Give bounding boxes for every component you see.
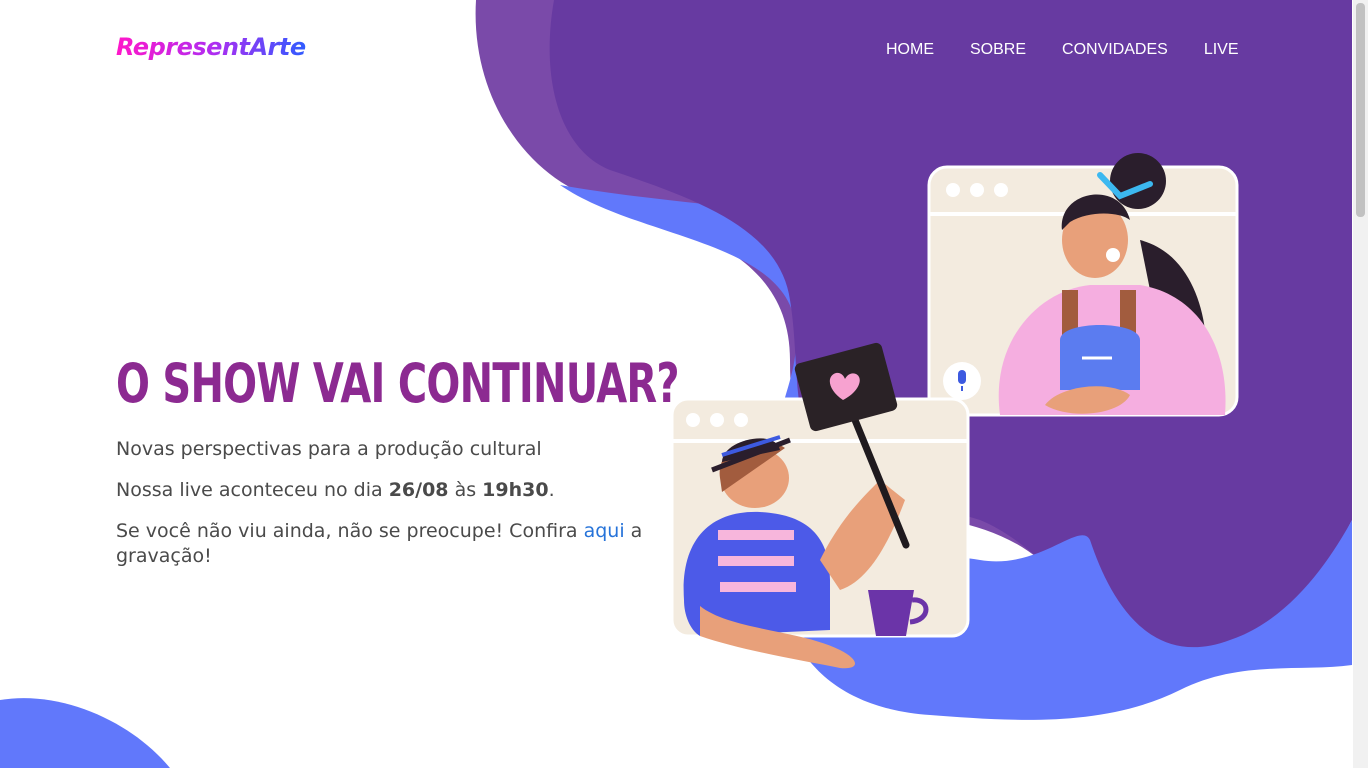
- recording-prefix: Se você não viu ainda, não se preocupe! …: [116, 520, 584, 542]
- live-suffix: .: [548, 479, 555, 501]
- recording-link[interactable]: aqui: [584, 520, 625, 542]
- nav-item-home[interactable]: HOME: [886, 41, 934, 59]
- nav-item-convidades[interactable]: CONVIDADES: [1062, 41, 1168, 59]
- woman-video-window: [927, 153, 1239, 417]
- main-nav: HOME SOBRE CONVIDADES LIVE: [886, 41, 1239, 59]
- live-date: 26/08: [388, 479, 449, 501]
- window-dots-icon: [946, 183, 1008, 197]
- hero-subtitle: Novas perspectivas para a produção cultu…: [116, 438, 542, 460]
- recording-info: Se você não viu ainda, não se preocupe! …: [116, 519, 664, 569]
- hero-title: O SHOW VAI CONTINUAR?: [116, 352, 680, 415]
- page-scrollbar[interactable]: [1353, 0, 1368, 768]
- man-video-window: [670, 397, 970, 669]
- microphone-icon: [943, 362, 981, 400]
- brand-logo[interactable]: RepresentArte: [116, 33, 306, 61]
- blue-blob-corner: [0, 698, 170, 768]
- nav-item-live[interactable]: LIVE: [1204, 41, 1239, 59]
- live-time: 19h30: [482, 479, 549, 501]
- live-prefix: Nossa live aconteceu no dia: [116, 479, 389, 501]
- nav-item-sobre[interactable]: SOBRE: [970, 41, 1026, 59]
- live-mid: às: [448, 479, 483, 501]
- live-info: Nossa live aconteceu no dia 26/08 às 19h…: [116, 478, 676, 503]
- scrollbar-thumb[interactable]: [1356, 3, 1365, 217]
